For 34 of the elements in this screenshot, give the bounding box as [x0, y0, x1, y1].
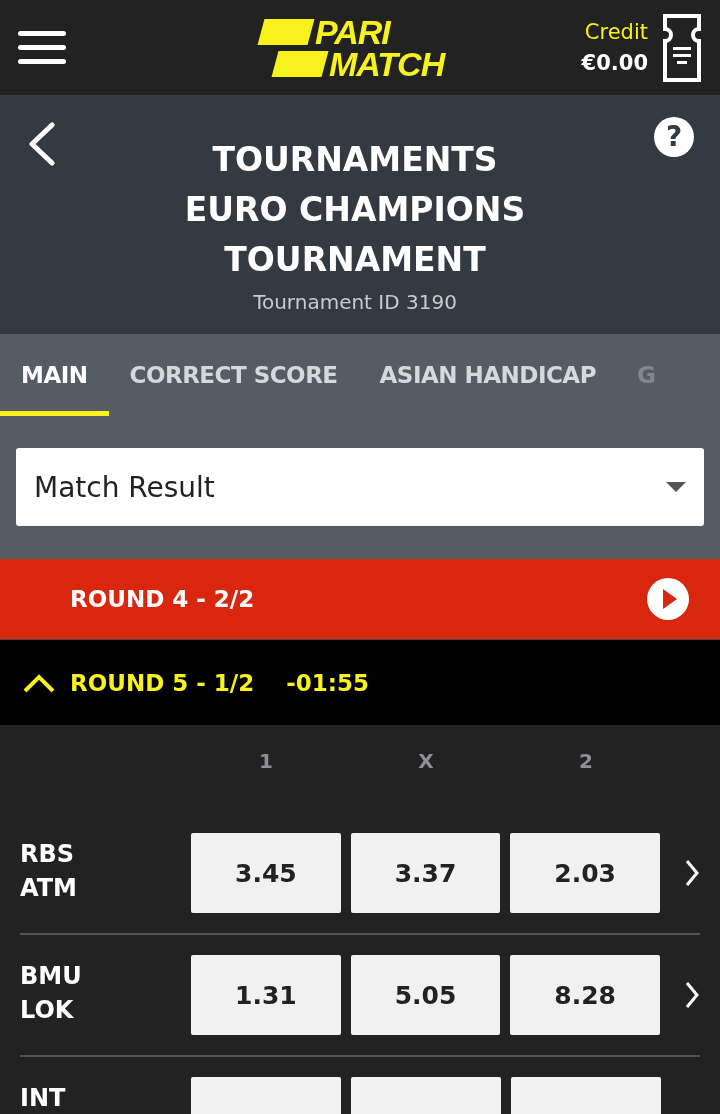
chevron-right-icon[interactable] [684, 858, 700, 888]
page-title: TOURNAMENTS EURO CHAMPIONS TOURNAMENT [184, 139, 526, 281]
column-header: 1 [258, 749, 274, 773]
tab[interactable]: CORRECT SCORE [108, 334, 359, 416]
team-names: INT [20, 1083, 67, 1114]
collapse-icon[interactable] [22, 672, 56, 693]
odds-button[interactable]: 1.31 [191, 955, 341, 1035]
menu-icon[interactable] [18, 28, 66, 67]
countdown: -01:55 [286, 669, 370, 696]
round-header[interactable]: ROUND 5 - 1/2 -01:55 [0, 639, 720, 725]
credit-label: Credit [584, 18, 648, 46]
caret-icon[interactable] [666, 482, 686, 492]
odds-button[interactable]: 3.45 [191, 833, 341, 913]
round-title: ROUND 5 - 1/2 [70, 669, 255, 696]
odds-button[interactable]: 8.28 [510, 955, 660, 1035]
market-dropdown[interactable]: Match Result [16, 448, 704, 526]
credit-balance: €0.00 [581, 49, 648, 77]
odds-button[interactable]: 2.03 [510, 833, 660, 913]
chevron-right-icon[interactable] [684, 980, 700, 1010]
tab[interactable]: ASIAN HANDICAP [358, 334, 618, 416]
tournament-id: Tournament ID 3190 [253, 289, 457, 316]
team-names: BMU LOK [20, 961, 83, 1026]
column-header: X [417, 749, 435, 773]
column-header: 2 [578, 749, 594, 773]
odds-button[interactable]: 5.05 [350, 955, 501, 1035]
round-title: ROUND 4 - 2/2 [70, 586, 255, 612]
bet-slip-icon[interactable] [662, 12, 702, 83]
play-icon[interactable] [646, 577, 690, 621]
logo[interactable]: PARI MATCH [261, 15, 461, 80]
back-icon[interactable] [26, 122, 56, 166]
help-button[interactable]: ? [654, 117, 694, 157]
team-names: RBS ATM [20, 839, 78, 904]
odds-button[interactable]: 3.37 [350, 833, 501, 913]
round-header[interactable]: ROUND 4 - 2/2 [0, 559, 720, 639]
